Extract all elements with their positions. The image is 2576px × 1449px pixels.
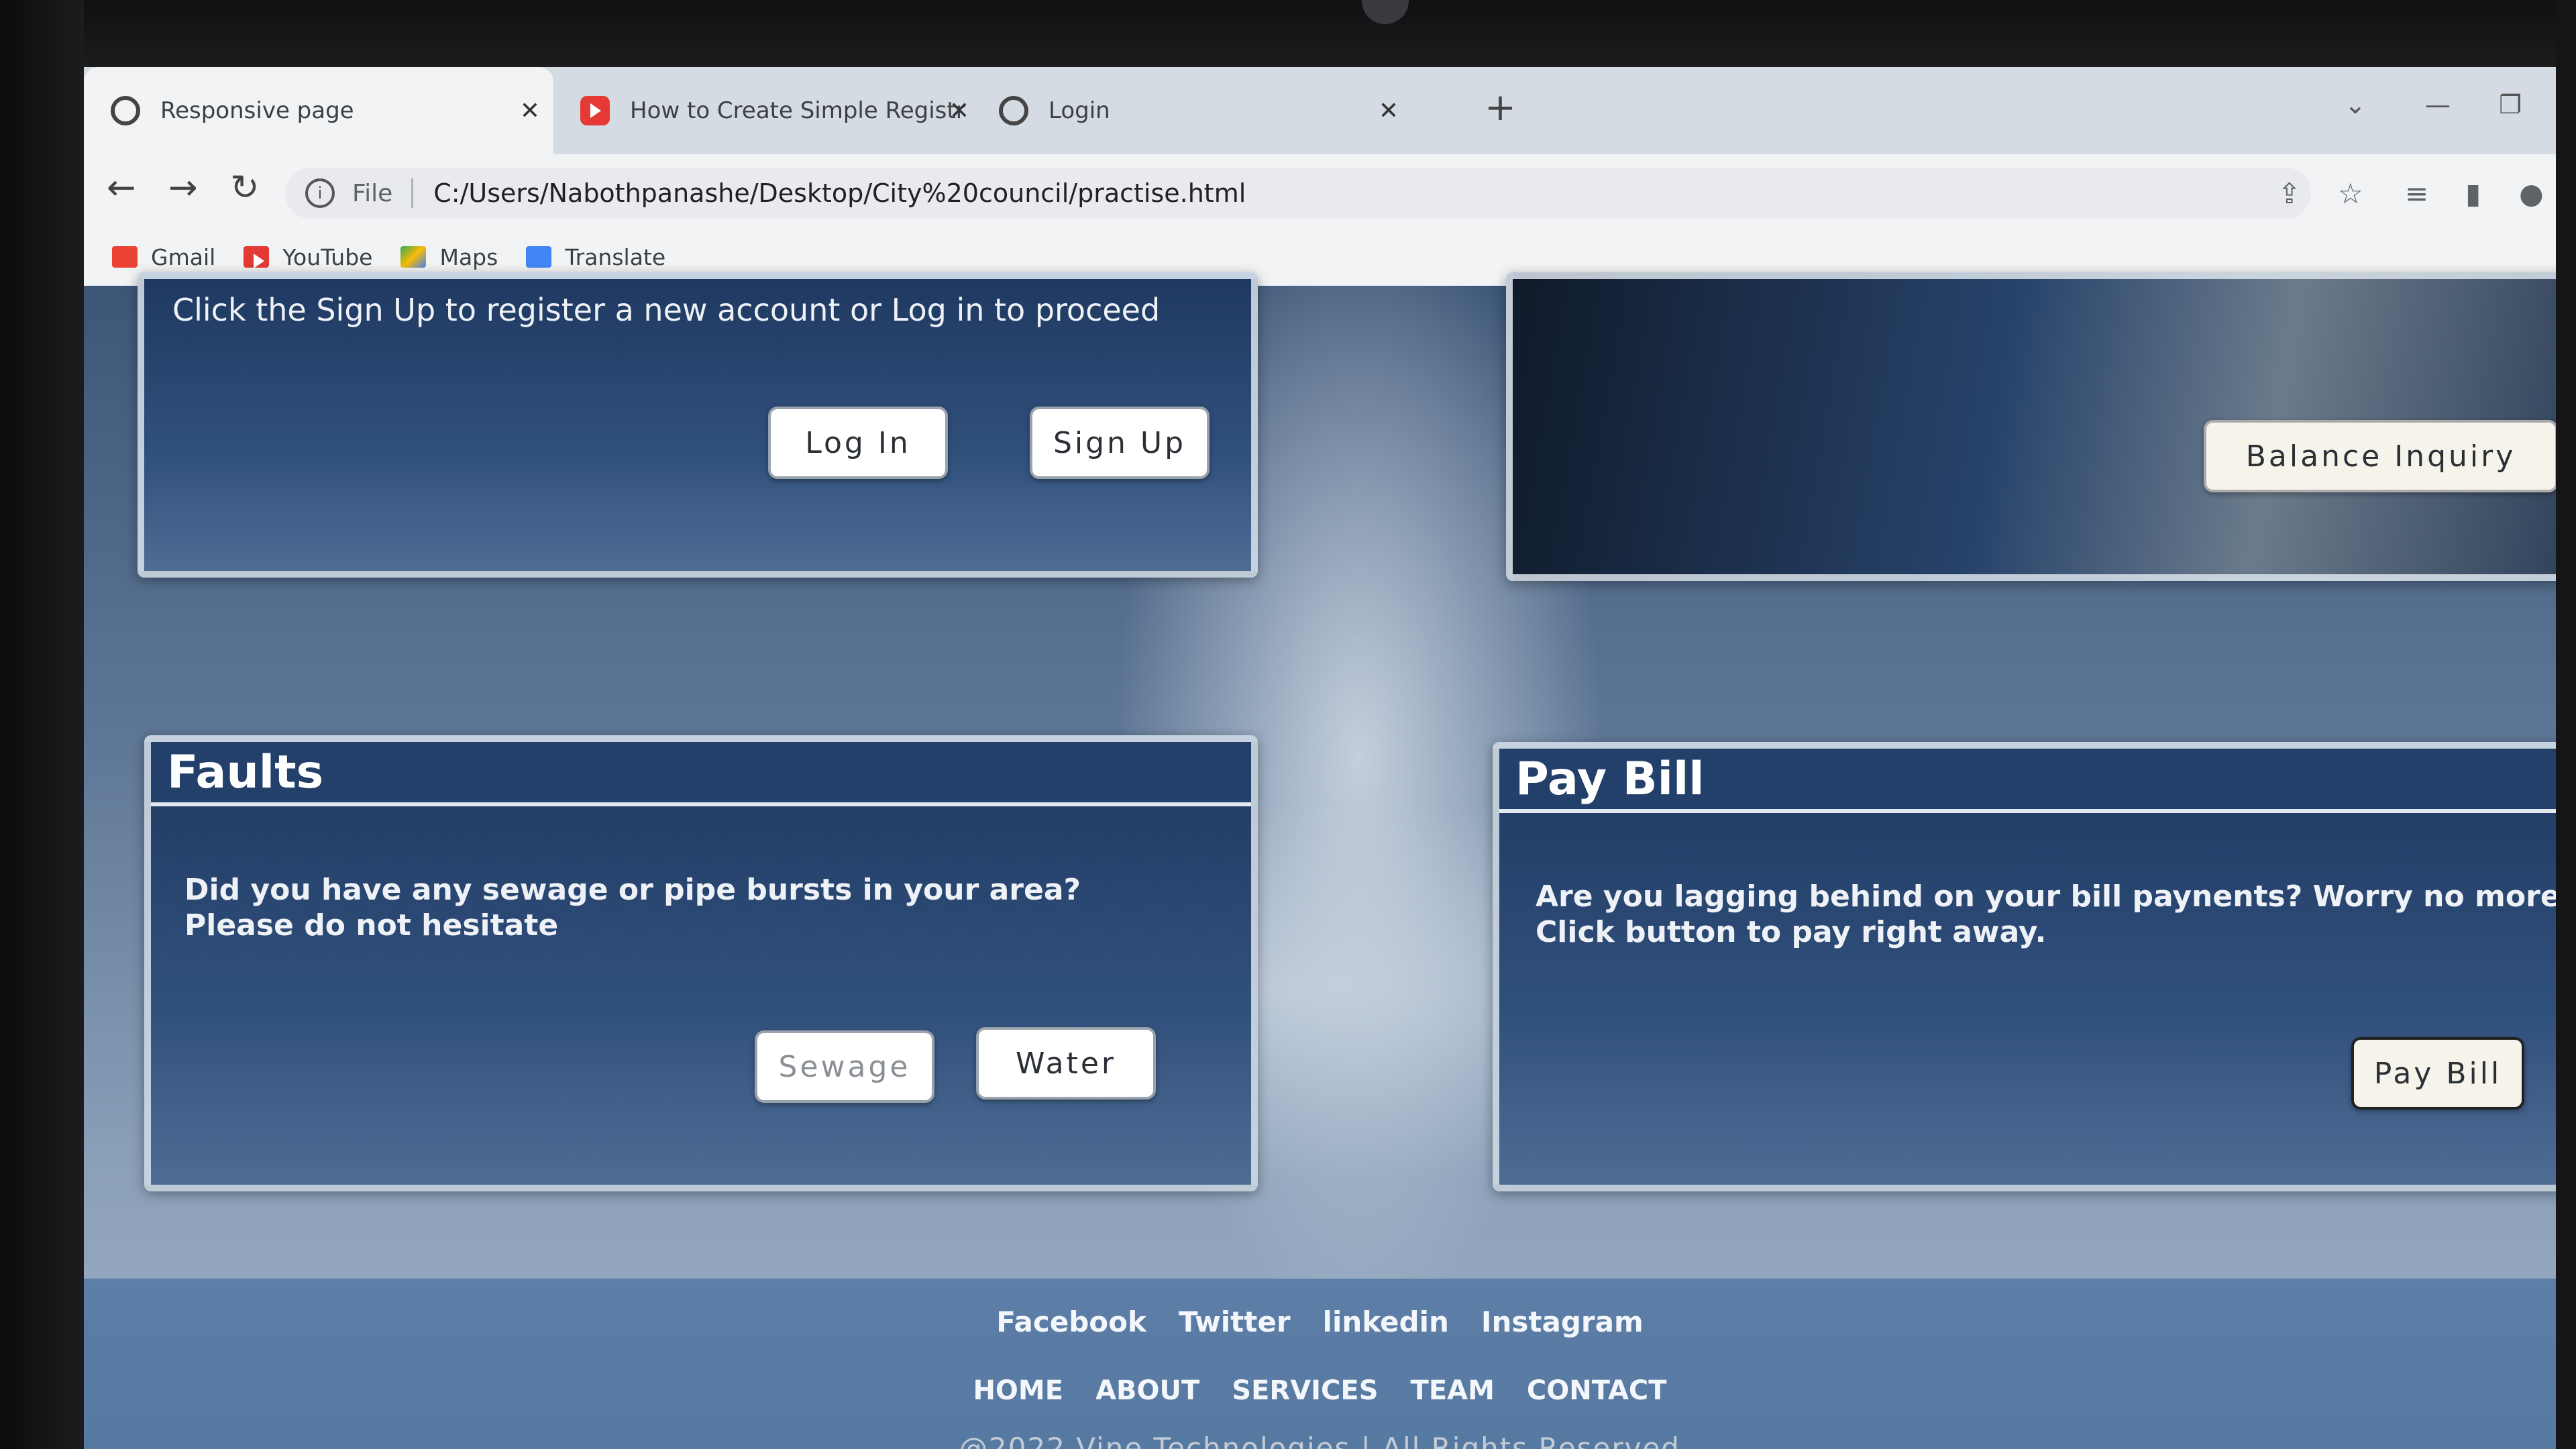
- bookmark-label: Gmail: [151, 244, 216, 270]
- close-tab-icon[interactable]: ✕: [1379, 97, 1399, 125]
- bookmark-translate[interactable]: Translate: [526, 244, 665, 270]
- footer-nav-team[interactable]: TEAM: [1411, 1375, 1495, 1406]
- balance-card: Balance Inquiry: [1506, 272, 2556, 581]
- back-icon[interactable]: ←: [107, 168, 136, 208]
- info-icon[interactable]: i: [305, 178, 335, 208]
- paybill-card: Pay Bill Are you lagging behind on your …: [1493, 742, 2556, 1191]
- login-button[interactable]: Log In: [768, 407, 948, 479]
- water-button[interactable]: Water: [976, 1027, 1156, 1099]
- footer-nav-contact[interactable]: CONTACT: [1527, 1375, 1667, 1406]
- translate-icon: [526, 246, 552, 268]
- minimize-icon[interactable]: —: [2425, 90, 2451, 119]
- laptop-bezel-right: [2556, 0, 2576, 1449]
- footer-nav-about[interactable]: ABOUT: [1095, 1375, 1199, 1406]
- faults-header: Faults: [151, 742, 1251, 806]
- paybill-title: Pay Bill: [1515, 752, 1705, 806]
- footer-nav-services[interactable]: SERVICES: [1232, 1375, 1378, 1406]
- reload-icon[interactable]: ↻: [230, 168, 260, 208]
- youtube-icon: [580, 96, 610, 125]
- laptop-bezel-left: [0, 0, 84, 1449]
- paybill-text-line1: Are you lagging behind on your bill payn…: [1536, 879, 2556, 914]
- restore-icon[interactable]: ❐: [2499, 90, 2522, 119]
- tab-title: Responsive page: [160, 97, 354, 124]
- faults-text-line2: Please do not hesitate: [184, 908, 559, 943]
- profile-avatar-icon[interactable]: ●: [2519, 177, 2544, 210]
- reading-list-icon[interactable]: ≡: [2405, 177, 2428, 210]
- site-footer: Facebook Twitter linkedin Instagram HOME…: [84, 1279, 2556, 1449]
- globe-icon: [999, 96, 1028, 125]
- faults-text-line1: Did you have any sewage or pipe bursts i…: [184, 873, 1081, 907]
- tab-title: Login: [1049, 97, 1110, 124]
- tab-strip: Responsive page ✕ How to Create Simple R…: [84, 67, 2556, 154]
- url-text[interactable]: C:/Users/Nabothpanashe/Desktop/City%20co…: [433, 178, 1246, 208]
- bookmark-star-icon[interactable]: ☆: [2338, 177, 2363, 210]
- gmail-icon: [112, 246, 138, 268]
- tab-how-to-create[interactable]: How to Create Simple Registratic ✕: [553, 67, 983, 154]
- pay-bill-button[interactable]: Pay Bill: [2351, 1037, 2524, 1110]
- close-tab-icon[interactable]: ✕: [949, 97, 969, 125]
- bookmark-label: YouTube: [282, 244, 373, 270]
- footer-nav: HOME ABOUT SERVICES TEAM CONTACT: [84, 1375, 2556, 1406]
- bookmark-youtube[interactable]: YouTube: [244, 244, 372, 270]
- paybill-header: Pay Bill: [1499, 749, 2556, 813]
- youtube-icon: [244, 246, 270, 268]
- globe-icon: [111, 96, 140, 125]
- browser-window: Responsive page ✕ How to Create Simple R…: [84, 67, 2556, 1449]
- address-divider: [411, 178, 414, 208]
- maps-icon: [400, 246, 427, 268]
- laptop-bezel-top: [0, 0, 2576, 74]
- account-card: Click the Sign Up to register a new acco…: [138, 272, 1258, 578]
- share-icon[interactable]: ⇪: [2277, 177, 2301, 210]
- account-instructions: Click the Sign Up to register a new acco…: [172, 292, 1161, 328]
- tab-title: How to Create Simple Registratic: [630, 97, 965, 124]
- paybill-text-line2: Click button to pay right away.: [1536, 915, 2047, 949]
- address-toolbar: ← → ↻ i File C:/Users/Nabothpanashe/Desk…: [84, 154, 2556, 228]
- tab-login[interactable]: Login ✕: [983, 67, 1412, 154]
- scheme-label: File: [352, 179, 393, 207]
- forward-icon[interactable]: →: [168, 168, 198, 208]
- signup-button[interactable]: Sign Up: [1030, 407, 1210, 479]
- linkedin-link[interactable]: linkedin: [1323, 1305, 1449, 1338]
- twitter-link[interactable]: Twitter: [1179, 1305, 1291, 1338]
- address-bar[interactable]: i File C:/Users/Nabothpanashe/Desktop/Ci…: [285, 168, 2311, 219]
- side-panel-icon[interactable]: ▮: [2465, 177, 2481, 210]
- page-content: Click the Sign Up to register a new acco…: [84, 272, 2556, 1449]
- bookmark-label: Translate: [565, 244, 666, 270]
- new-tab-button[interactable]: +: [1485, 86, 1516, 129]
- faults-card: Faults Did you have any sewage or pipe b…: [144, 735, 1258, 1191]
- bookmark-maps[interactable]: Maps: [400, 244, 498, 270]
- bookmark-gmail[interactable]: Gmail: [112, 244, 215, 270]
- sewage-button[interactable]: Sewage: [755, 1030, 934, 1103]
- faults-title: Faults: [167, 745, 324, 799]
- balance-inquiry-button[interactable]: Balance Inquiry: [2204, 420, 2556, 492]
- social-links: Facebook Twitter linkedin Instagram: [84, 1305, 2556, 1338]
- bookmark-label: Maps: [439, 244, 498, 270]
- tab-responsive-page[interactable]: Responsive page ✕: [84, 67, 553, 154]
- copyright-text: @2022 Vine Technologies | All Rights Res…: [959, 1432, 1680, 1449]
- close-tab-icon[interactable]: ✕: [520, 97, 540, 125]
- instagram-link[interactable]: Instagram: [1481, 1305, 1644, 1338]
- footer-nav-home[interactable]: HOME: [973, 1375, 1063, 1406]
- tab-search-icon[interactable]: ⌄: [2345, 90, 2366, 119]
- facebook-link[interactable]: Facebook: [996, 1305, 1146, 1338]
